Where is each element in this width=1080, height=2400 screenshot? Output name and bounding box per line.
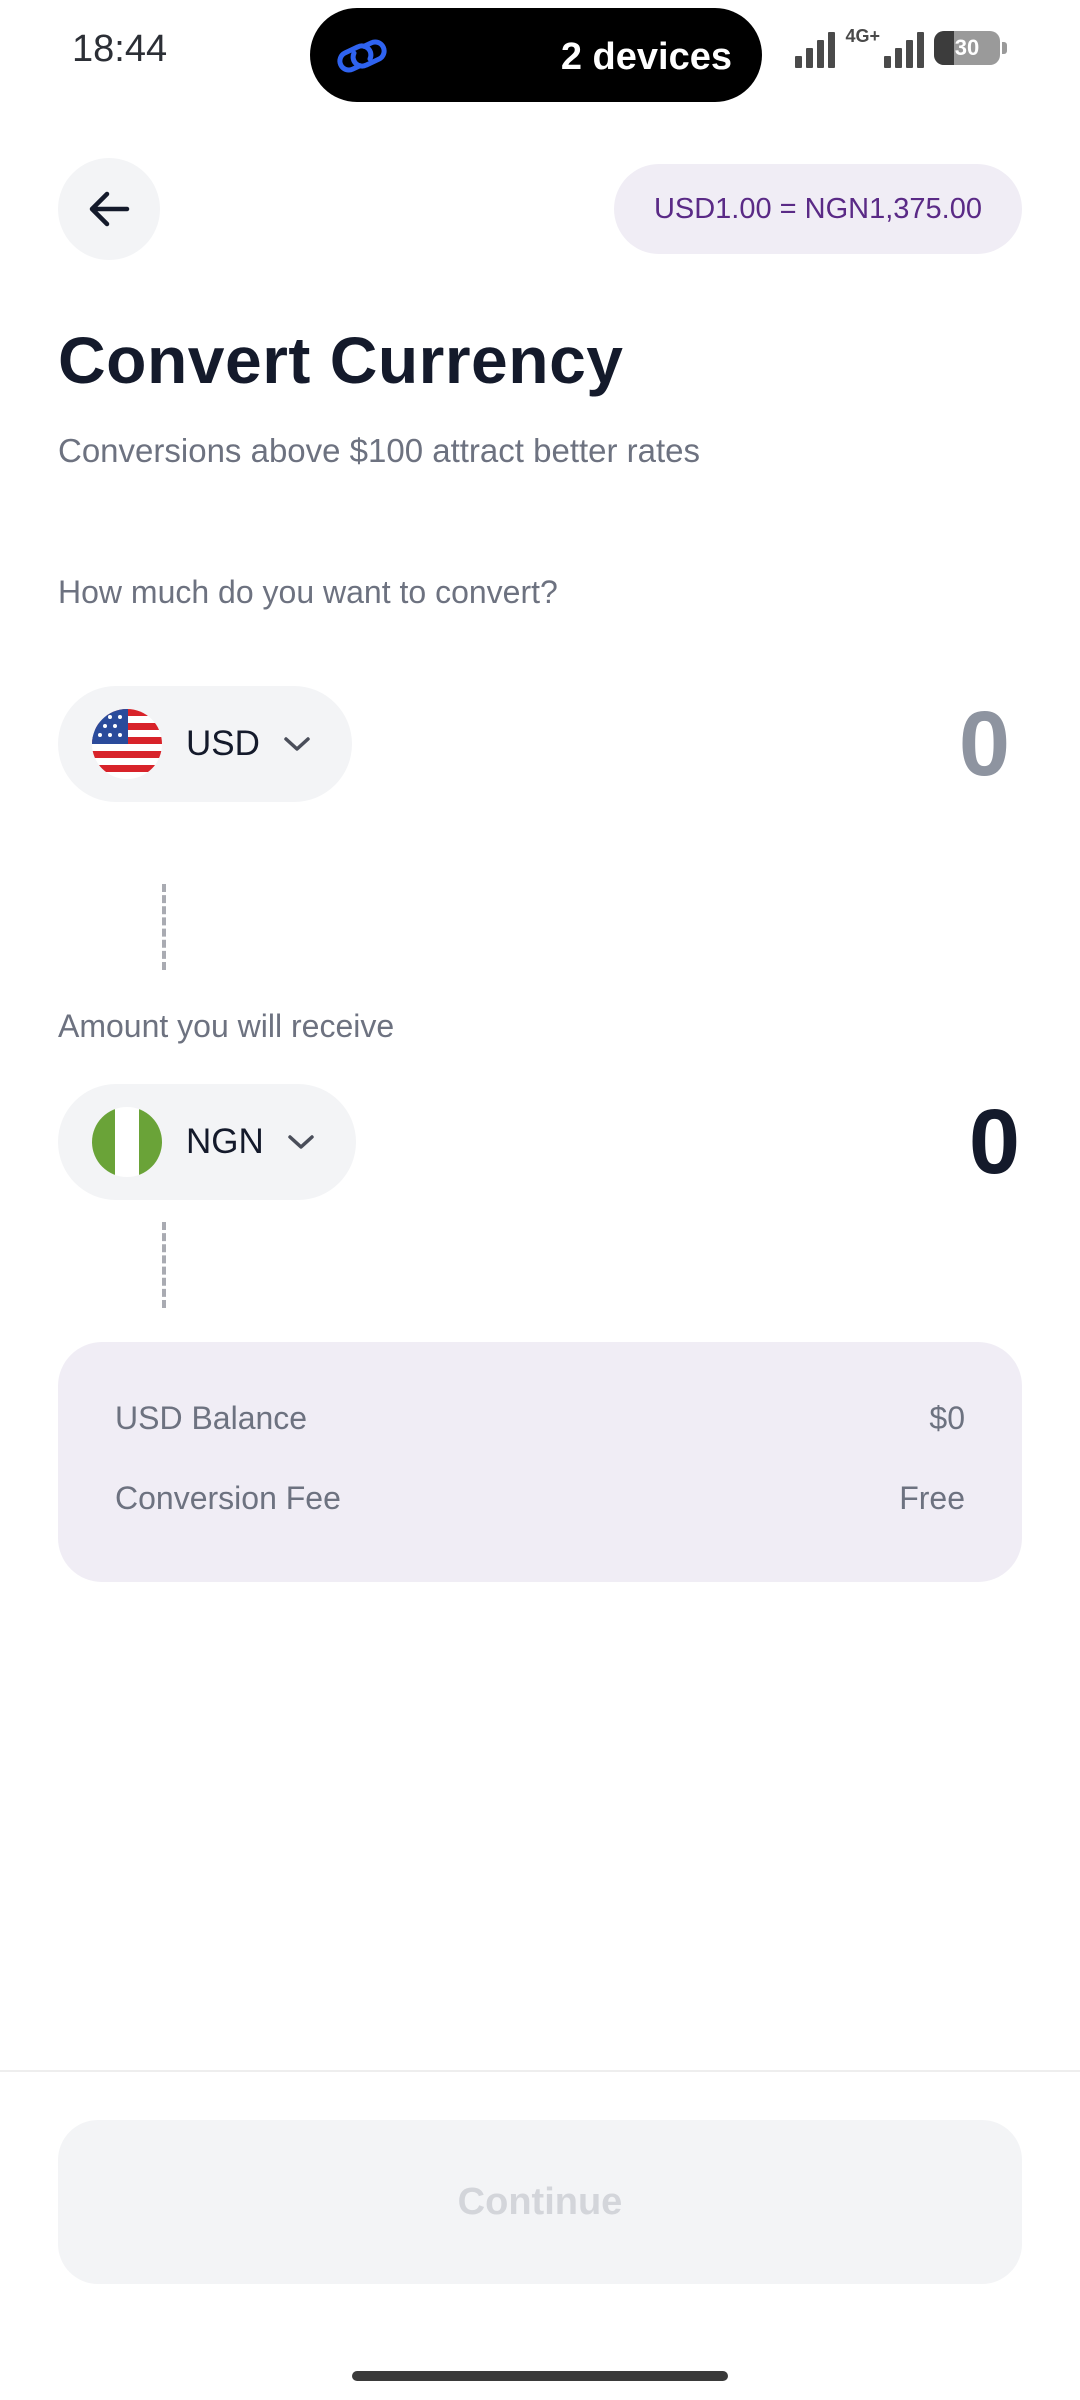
continue-button[interactable]: Continue [58,2120,1022,2284]
status-icons: 4G+ 30 [795,25,1007,70]
dynamic-island[interactable]: 2 devices [310,8,762,102]
balance-value: $0 [929,1400,965,1436]
balance-row: USD Balance $0 [115,1400,965,1437]
connector-line [162,1222,166,1308]
battery-icon: 30 [934,31,1007,65]
to-amount-value: 0 [968,1091,1020,1193]
balance-label: USD Balance [115,1400,308,1436]
fee-row: Conversion Fee Free [115,1480,965,1517]
network-type: 4G+ [845,25,880,46]
back-button[interactable] [58,158,160,260]
exchange-rate-badge: USD1.00 = NGN1,375.00 [613,164,1022,254]
page-title: Convert Currency [58,323,624,397]
fee-value: Free [899,1480,965,1516]
chevron-down-icon [288,1135,314,1149]
fee-label: Conversion Fee [115,1480,341,1516]
to-currency-code: NGN [186,1122,264,1161]
from-currency-selector[interactable]: USD [58,686,352,802]
signal-icon [795,28,836,68]
to-currency-selector[interactable]: NGN [58,1084,356,1200]
from-amount-input[interactable]: 0 [959,692,1010,797]
from-currency-code: USD [186,724,260,763]
to-amount-label: Amount you will receive [58,1008,395,1044]
link-icon [337,39,387,73]
conversion-summary: USD Balance $0 Conversion Fee Free [58,1342,1022,1582]
us-flag-icon [92,709,162,779]
footer-divider [0,2070,1080,2072]
from-amount-label: How much do you want to convert? [58,574,558,610]
nigeria-flag-icon [92,1107,162,1177]
arrow-left-icon [89,191,130,227]
signal-icon-2 [884,28,924,68]
status-time: 18:44 [72,28,168,70]
page-subtitle: Conversions above $100 attract better ra… [58,432,701,469]
devices-count: 2 devices [560,36,732,78]
chevron-down-icon [284,737,310,751]
home-indicator[interactable] [352,2371,728,2381]
battery-level: 30 [954,35,980,60]
connector-line [162,884,166,970]
